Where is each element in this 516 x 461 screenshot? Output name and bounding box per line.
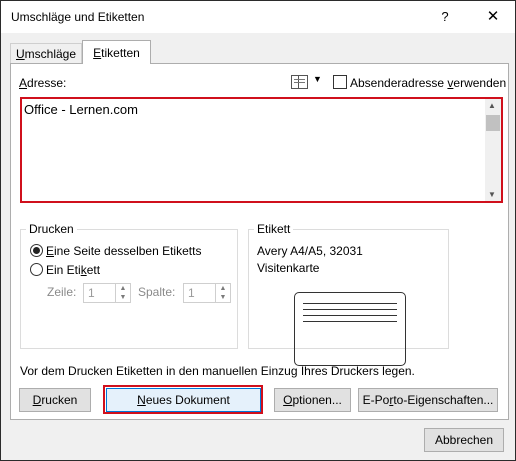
label-product: Avery A4/A5, 32031 bbox=[257, 244, 363, 258]
close-button[interactable]: ✕ bbox=[481, 7, 505, 27]
options-button[interactable]: Optionen... bbox=[274, 388, 351, 412]
window-title: Umschläge und Etiketten bbox=[11, 10, 145, 24]
highlight-box bbox=[103, 385, 263, 414]
row-value: 1 bbox=[88, 286, 95, 300]
eporto-button[interactable]: E-Porto-Eigenschaften... bbox=[358, 388, 498, 412]
scroll-up-icon[interactable]: ▲ bbox=[488, 101, 496, 110]
title-bar: Umschläge und Etiketten ? ✕ bbox=[1, 1, 515, 33]
address-textarea[interactable]: Office - Lernen.com ▲ ▼ bbox=[20, 97, 503, 203]
spinner-arrows-icon[interactable]: ▲ ▼ bbox=[115, 284, 130, 302]
dialog-window: Umschläge und Etiketten ? ✕ Umschläge Et… bbox=[0, 0, 516, 461]
spinner-arrows-icon[interactable]: ▲ ▼ bbox=[215, 284, 230, 302]
label-group-title: Etikett bbox=[254, 222, 294, 236]
column-value: 1 bbox=[188, 286, 195, 300]
address-value: Office - Lernen.com bbox=[24, 102, 138, 117]
print-group: Drucken Eine Seite desselben Etiketts Ei… bbox=[20, 222, 238, 349]
cancel-button[interactable]: Abbrechen bbox=[424, 428, 504, 452]
tab-etiketten[interactable]: Etiketten bbox=[82, 40, 151, 64]
single-label-label: Ein Etikett bbox=[46, 263, 101, 277]
preview-line bbox=[303, 315, 397, 316]
instruction-text: Vor dem Drucken Etiketten in den manuell… bbox=[20, 364, 415, 378]
help-button[interactable]: ? bbox=[433, 7, 457, 27]
label-type: Visitenkarte bbox=[257, 261, 320, 275]
full-page-label: Eine Seite desselben Etiketts bbox=[46, 244, 202, 258]
tab-umschlaege[interactable]: Umschläge bbox=[10, 43, 82, 64]
scroll-thumb[interactable] bbox=[486, 115, 500, 131]
return-address-label: Absenderadresse verwenden bbox=[350, 76, 507, 90]
scroll-down-icon[interactable]: ▼ bbox=[488, 190, 496, 199]
return-address-checkbox[interactable] bbox=[333, 75, 347, 89]
full-page-radio[interactable] bbox=[30, 244, 43, 257]
label-group[interactable]: Etikett Avery A4/A5, 32031 Visitenkarte bbox=[248, 222, 449, 366]
preview-line bbox=[303, 309, 397, 310]
preview-line bbox=[303, 303, 397, 304]
print-button[interactable]: Drucken bbox=[19, 388, 91, 412]
column-spinner[interactable]: 1 ▲ ▼ bbox=[183, 283, 231, 303]
label-preview[interactable] bbox=[294, 292, 406, 366]
print-group-title: Drucken bbox=[26, 222, 77, 236]
column-label: Spalte: bbox=[138, 285, 176, 299]
address-scrollbar[interactable]: ▲ ▼ bbox=[485, 99, 501, 201]
address-label: Adresse: bbox=[19, 76, 67, 90]
address-book-icon[interactable] bbox=[291, 75, 308, 89]
row-spinner[interactable]: 1 ▲ ▼ bbox=[83, 283, 131, 303]
preview-line bbox=[303, 321, 397, 322]
single-label-radio[interactable] bbox=[30, 263, 43, 276]
chevron-down-icon[interactable]: ▼ bbox=[313, 74, 322, 84]
etiketten-panel: Adresse: ▼ Absenderadresse verwenden Off… bbox=[10, 63, 509, 420]
row-label: Zeile: bbox=[47, 285, 77, 299]
